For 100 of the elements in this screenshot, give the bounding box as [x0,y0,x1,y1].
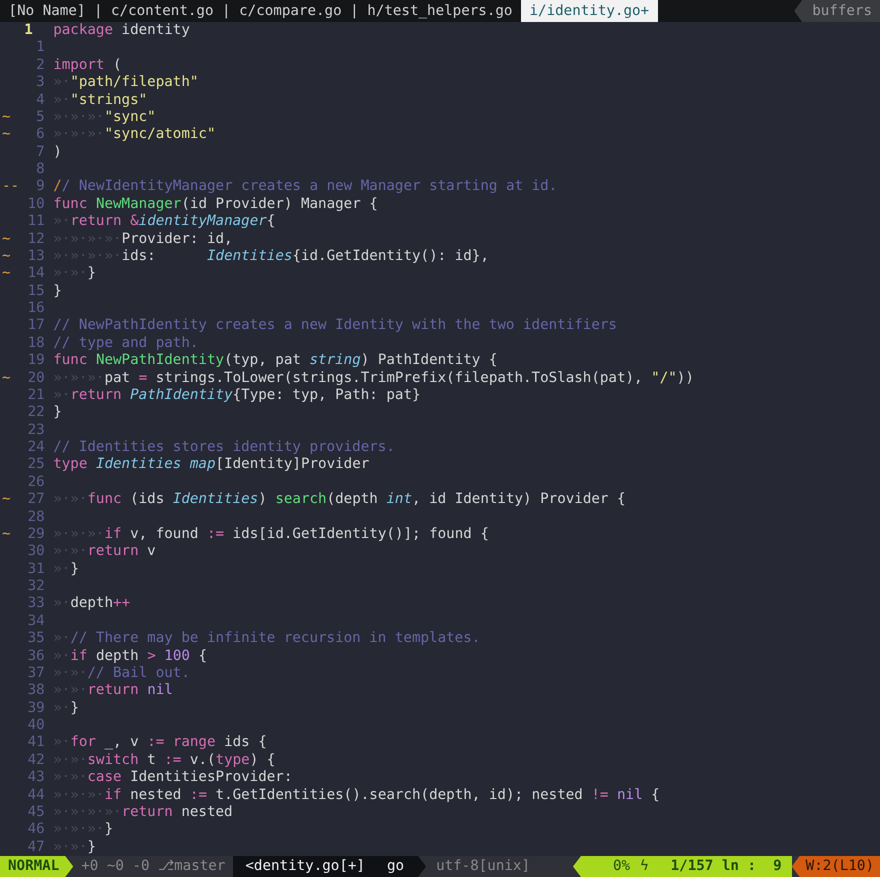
cursor-position: 1/157 ln : 9 [670,856,792,877]
code-line: »·depth++ [53,595,130,613]
code-line: »·// There may be infinite recursion in templates. [53,630,480,648]
code-line: } [53,404,62,422]
code-line: »·»·»·»·ids: Identities{id.GetIdentity(): id}, [53,248,489,266]
tab-separator: | [350,2,359,21]
code-line: »·»·func (ids Identities) search(depth int, id Identity) Provider { [53,491,626,508]
code-line: »·»·»·if nested := t.GetIdentities().search(depth, id); nested != nil { [53,786,660,804]
code-line: »·»·} [53,265,96,283]
code-line: »·»·// Bail out. [53,664,190,682]
buffers-label: buffers [794,0,880,22]
code-line: »·»·return v [53,543,156,561]
git-change-sign: ~ [2,526,12,544]
line-number: 46 [26,821,45,839]
line-number: 44 [26,786,45,804]
line-number: 30 [26,543,45,561]
line-number: 22 [26,404,45,422]
line-number: 25 [26,456,45,474]
line-number: 7 [35,144,45,161]
code-line: »·if depth > 100 { [53,648,208,665]
code-line: type Identities map[Identity]Provider [53,456,370,474]
line-number: 28 [26,508,45,526]
file-tab[interactable]: h/test_helpers.go [358,0,521,22]
code-line: func NewPathIdentity(typ, pat string) PathIdentity { [53,352,498,370]
scroll-percent: 0% [572,856,636,877]
line-number: 41 [26,734,45,752]
code-line: »·for _, v := range ids { [53,734,267,752]
code-line: »·return &identityManager{ [53,213,276,230]
line-number: 31 [26,560,45,578]
code-line: func NewManager(id Provider) Manager { [53,196,378,214]
line-number: 29 [26,526,45,544]
code-line: package identity [53,22,190,40]
code-line: »·"path/filepath" [53,74,198,92]
line-number: 34 [26,612,45,630]
line-number: 2 [35,56,45,74]
line-number: 27 [26,491,45,508]
git-change-sign: ~ [2,248,12,266]
code-line: ) [53,144,62,161]
code-line: »·»·»·»·return nested [53,804,233,822]
code-line: »·} [53,700,79,717]
line-number: 47 [26,838,45,856]
line-number: 19 [26,352,45,370]
code-line: »·»·»·»·Provider: id, [53,230,233,248]
file-type: go [378,856,426,877]
git-change-sign: ~ [2,108,12,126]
line-number: 3 [35,74,45,92]
file-tab[interactable]: i/identity.go+ [520,0,658,22]
line-number: 9 [35,178,45,196]
code-line: } [53,282,62,300]
line-number: 33 [26,595,45,613]
file-name: <dentity.go[+] [233,856,379,877]
code-line: »·»·»·if v, found := ids[id.GetIdentity()]; found { [53,526,489,544]
code-line: // NewPathIdentity creates a new Identity with the two identifiers [53,317,617,335]
code-line: »·»·return nil [53,682,173,700]
git-change-sign: ~ [2,370,12,387]
line-number: 15 [26,282,45,300]
file-tab[interactable]: c/compare.go [230,0,350,22]
line-number: 39 [26,700,45,717]
line-number: 23 [26,422,45,439]
line-number: 6 [35,126,45,144]
git-change-sign: -- [2,178,20,196]
line-number: 36 [26,648,45,665]
line-number: 26 [26,474,45,492]
code-line: »·return PathIdentity{Type: typ, Path: pat} [53,386,421,404]
git-change-sign: ~ [2,126,12,144]
line-number: 40 [26,717,45,734]
code-line: // type and path. [53,334,198,352]
line-number: 37 [26,664,45,682]
code-line: »·} [53,560,79,578]
line-number: 43 [26,769,45,786]
code-line: // Identities stores identity providers. [53,439,395,456]
line-number: 38 [26,682,45,700]
code-line: »·»·»·} [53,821,114,839]
code-line: »·»·case IdentitiesProvider: [53,769,292,786]
tab-separator: | [222,2,231,21]
file-tab[interactable]: [No Name] [0,0,94,22]
line-number: 8 [35,161,45,178]
code-line: »·»·»·pat = strings.ToLower(strings.TrimPrefix(filepath.ToSlash(pat), "/")) [53,370,694,387]
tab-separator: | [94,2,102,21]
git-change-sign: ~ [2,491,12,508]
file-tab[interactable]: c/content.go [102,0,222,22]
git-change-sign: ~ [2,265,12,283]
code-line: »·»·} [53,838,96,856]
line-number: 21 [26,386,45,404]
line-number: 42 [26,752,45,770]
code-line: »·»·»·"sync" [53,108,156,126]
line-number: 24 [26,439,45,456]
line-number: 16 [26,300,45,318]
code-line: // NewIdentityManager creates a new Manager starting at id. [53,178,558,196]
line-number: 12 [26,230,45,248]
line-number: 10 [26,196,45,214]
line-number: 4 [35,92,45,109]
mode-indicator: NORMAL [0,856,74,877]
line-number: 18 [26,334,45,352]
code-line: »·»·switch t := v.(type) { [53,752,276,770]
code-line: »·"strings" [53,92,148,109]
line-number: 45 [26,804,45,822]
line-number: 1 [35,39,45,57]
line-number: 1 [23,22,34,40]
warning-count: W:2(L10) [792,856,880,877]
